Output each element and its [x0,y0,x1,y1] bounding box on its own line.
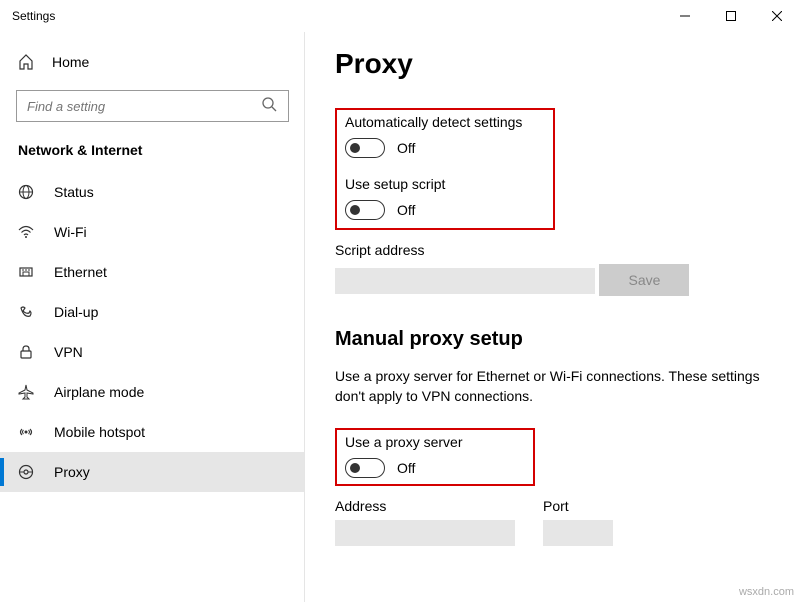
search-icon [261,96,279,119]
wifi-icon [18,224,36,240]
minimize-icon [680,11,690,21]
use-proxy-toggle[interactable] [345,458,385,478]
save-button[interactable]: Save [599,264,689,296]
watermark: wsxdn.com [739,586,794,598]
maximize-icon [726,11,736,21]
use-proxy-label: Use a proxy server [345,434,523,450]
setup-script-state: Off [397,202,415,218]
manual-description: Use a proxy server for Ethernet or Wi-Fi… [335,367,766,406]
window-title: Settings [12,9,55,23]
setup-script-label: Use setup script [345,176,543,192]
globe-icon [18,184,36,200]
sidebar-item-hotspot[interactable]: Mobile hotspot [0,412,305,452]
sidebar-item-label: Airplane mode [54,384,144,400]
highlight-box-auto: Automatically detect settings Off Use se… [335,108,555,230]
hotspot-icon [18,424,36,440]
sidebar-item-dialup[interactable]: Dial-up [0,292,305,332]
port-label: Port [543,498,613,514]
home-icon [18,54,36,70]
script-address-input[interactable] [335,268,595,294]
main-content: Proxy Automatically detect settings Off … [305,32,800,602]
script-address-label: Script address [335,242,766,258]
proxy-icon [18,464,36,480]
auto-detect-toggle[interactable] [345,138,385,158]
sidebar-item-wifi[interactable]: Wi-Fi [0,212,305,252]
setup-script-toggle[interactable] [345,200,385,220]
sidebar-item-status[interactable]: Status [0,172,305,212]
category-label: Network & Internet [0,142,305,172]
sidebar-item-proxy[interactable]: Proxy [0,452,305,492]
sidebar-item-vpn[interactable]: VPN [0,332,305,372]
address-label: Address [335,498,515,514]
auto-detect-label: Automatically detect settings [345,114,543,130]
airplane-icon [18,384,36,400]
sidebar-item-label: VPN [54,344,83,360]
window-controls [662,0,800,32]
close-icon [772,11,782,21]
close-button[interactable] [754,0,800,32]
ethernet-icon [18,264,36,280]
sidebar-item-label: Status [54,184,94,200]
maximize-button[interactable] [708,0,754,32]
manual-section-title: Manual proxy setup [335,328,766,351]
sidebar-item-label: Proxy [54,464,90,480]
home-label: Home [52,54,89,70]
auto-detect-state: Off [397,140,415,156]
use-proxy-state: Off [397,460,415,476]
sidebar-item-ethernet[interactable]: Ethernet [0,252,305,292]
home-nav[interactable]: Home [0,44,305,80]
sidebar: Home Network & Internet Status Wi-Fi E [0,32,305,602]
divider [304,32,305,602]
search-input[interactable] [16,90,289,122]
titlebar: Settings [0,0,800,32]
sidebar-item-label: Mobile hotspot [54,424,145,440]
page-title: Proxy [335,48,766,80]
sidebar-item-label: Dial-up [54,304,98,320]
highlight-box-manual: Use a proxy server Off [335,428,535,486]
vpn-icon [18,344,36,360]
sidebar-item-label: Wi-Fi [54,224,87,240]
port-input[interactable] [543,520,613,546]
dialup-icon [18,304,36,320]
sidebar-item-label: Ethernet [54,264,107,280]
address-input[interactable] [335,520,515,546]
sidebar-item-airplane[interactable]: Airplane mode [0,372,305,412]
minimize-button[interactable] [662,0,708,32]
